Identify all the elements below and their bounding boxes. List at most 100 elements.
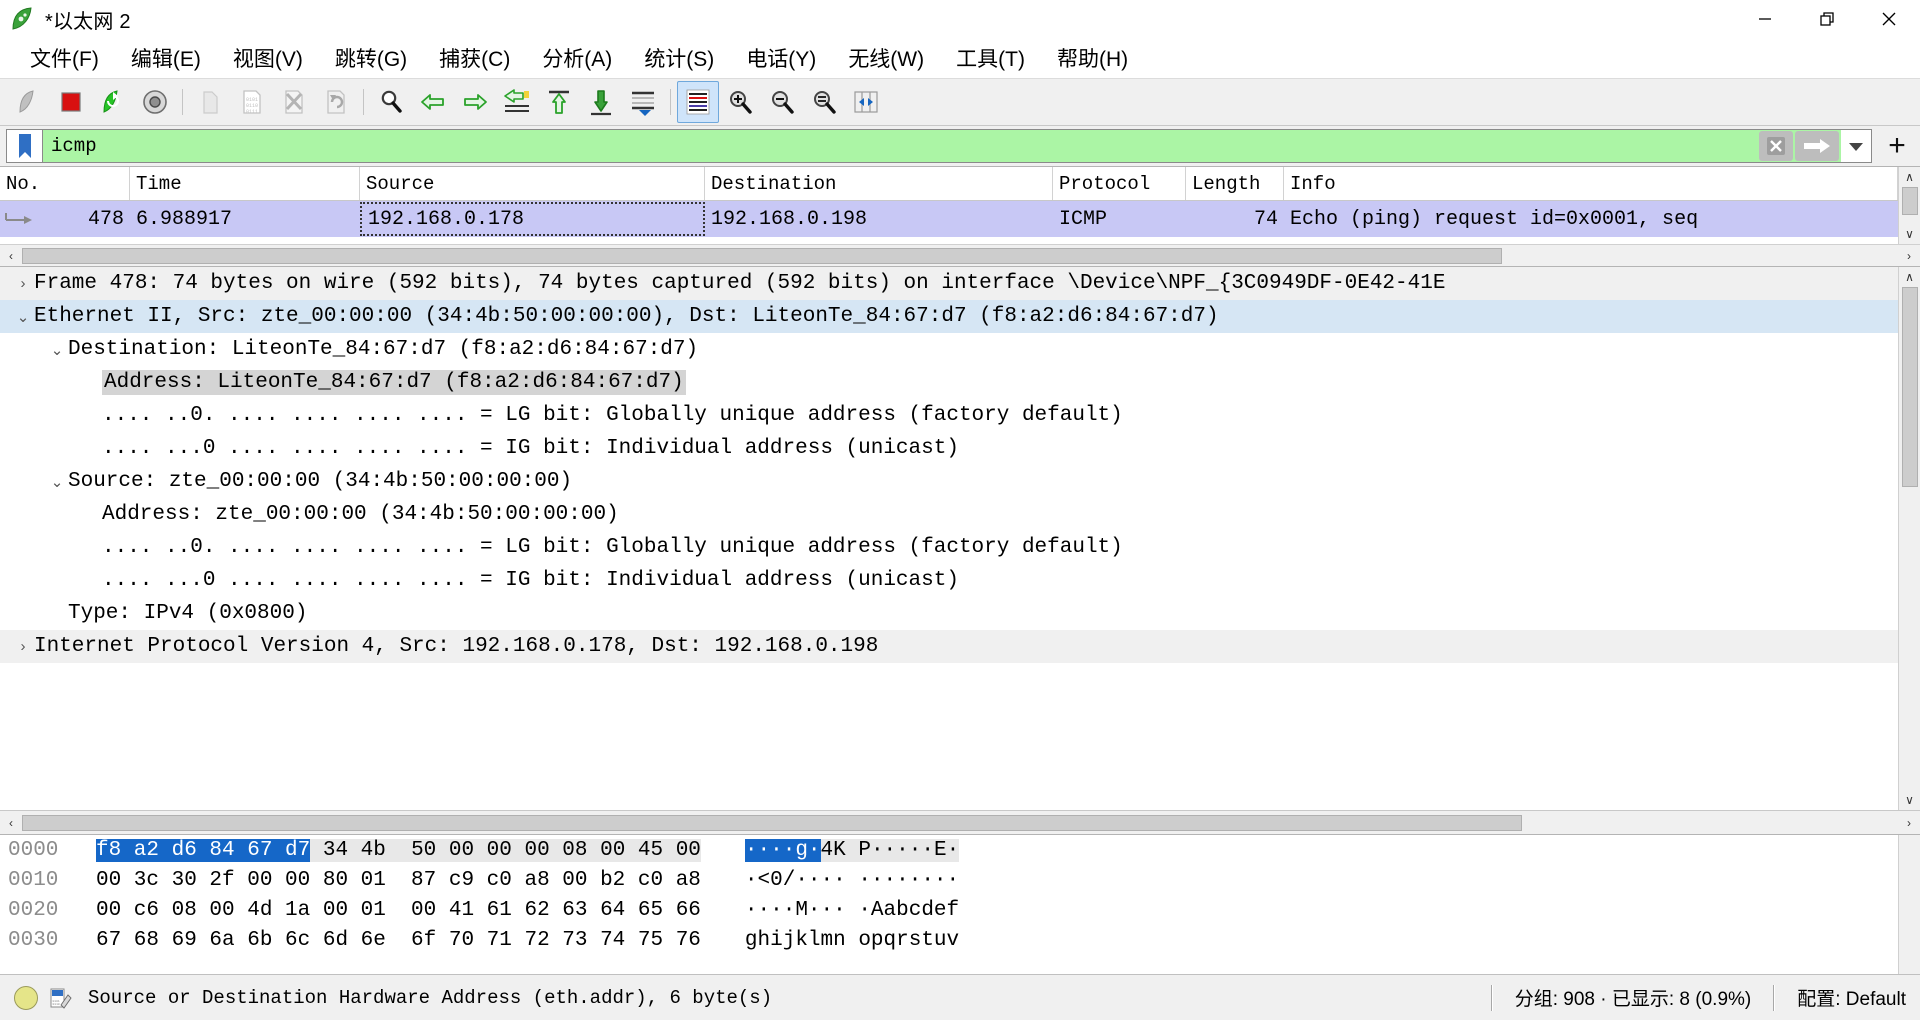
chevron-right-icon[interactable]: › [12,275,34,292]
menu-statistics[interactable]: 统计(S) [628,41,730,75]
hex-row[interactable]: 0010 00 3c 30 2f 00 00 80 01 87 c9 c0 a8 … [8,865,1898,895]
menu-tools[interactable]: 工具(T) [940,41,1041,75]
detail-row[interactable]: .... ...0 .... .... .... .... = IG bit: … [0,432,1898,465]
column-header-time[interactable]: Time [130,167,360,200]
display-filter-input-wrap[interactable] [42,129,1872,163]
scroll-down-icon[interactable]: ∨ [1899,224,1920,244]
detail-row[interactable]: ⌄ Ethernet II, Src: zte_00:00:00 (34:4b:5… [0,300,1898,333]
detail-row[interactable]: Type: IPv4 (0x0800) [0,597,1898,630]
column-header-destination[interactable]: Destination [705,167,1053,200]
reload-file-button[interactable] [315,81,357,123]
scrollbar-thumb[interactable] [1901,187,1918,215]
hscroll-thumb[interactable] [22,247,1502,264]
detail-row[interactable]: ⌄ Source: zte_00:00:00 (34:4b:50:00:00:00… [0,465,1898,498]
menu-help[interactable]: 帮助(H) [1041,41,1144,75]
apply-filter-button[interactable] [1795,131,1839,161]
scroll-left-icon[interactable]: ‹ [0,249,22,263]
chevron-down-icon[interactable]: ⌄ [46,473,68,491]
restart-capture-button[interactable] [92,81,134,123]
chevron-right-icon[interactable]: › [12,638,34,655]
menu-capture[interactable]: 捕获(C) [423,41,526,75]
filter-history-dropdown[interactable] [1841,130,1871,162]
menu-view[interactable]: 视图(V) [217,41,319,75]
resize-columns-button[interactable] [845,81,887,123]
window-controls [1734,0,1920,38]
zoom-in-button[interactable] [719,81,761,123]
packet-list-vertical-scrollbar[interactable]: ∧ ∨ [1898,167,1920,244]
menu-telephony[interactable]: 电话(Y) [730,41,832,75]
close-button[interactable] [1858,0,1920,38]
add-filter-button[interactable]: + [1880,129,1914,163]
go-last-packet-button[interactable] [580,81,622,123]
zoom-reset-button[interactable] [803,81,845,123]
stop-capture-button[interactable] [50,81,92,123]
go-to-packet-button[interactable] [496,81,538,123]
hex-row[interactable]: 0020 00 c6 08 00 4d 1a 00 01 00 41 61 62 … [8,895,1898,925]
detail-row[interactable]: .... ..0. .... .... .... .... = LG bit: … [0,531,1898,564]
find-packet-button[interactable] [370,81,412,123]
go-back-icon [421,94,444,110]
zoom-out-button[interactable] [761,81,803,123]
detail-row[interactable]: Address: LiteonTe_84:67:d7 (f8:a2:d6:84:… [0,366,1898,399]
detail-row[interactable]: .... ...0 .... .... .... .... = IG bit: … [0,564,1898,597]
menu-edit[interactable]: 编辑(E) [115,41,217,75]
detail-scroll-up-icon[interactable]: ∧ [1899,267,1920,287]
capture-file-properties-icon[interactable]: 0101 0110 [48,986,72,1010]
minimize-button[interactable] [1734,0,1796,38]
detail-scroll-right-icon[interactable]: › [1898,816,1920,830]
menu-wireless[interactable]: 无线(W) [832,41,940,75]
column-header-source[interactable]: Source [360,167,705,200]
auto-scroll-button[interactable] [622,81,664,123]
column-header-info[interactable]: Info [1284,167,1898,200]
start-capture-button[interactable] [8,81,50,123]
chevron-down-icon[interactable]: ⌄ [12,308,34,326]
detail-scrollbar-thumb[interactable] [1901,287,1918,487]
colorize-packets-button[interactable] [677,81,719,123]
hex-bytes-selected: f8 a2 d6 84 67 d7 [96,838,311,862]
scroll-up-icon[interactable]: ∧ [1899,167,1920,187]
menu-analyze[interactable]: 分析(A) [526,41,628,75]
go-first-packet-button[interactable] [538,81,580,123]
packet-details-vertical-scrollbar[interactable]: ∧ ∨ [1898,267,1920,810]
column-header-protocol[interactable]: Protocol [1053,167,1186,200]
packet-row-info: Echo (ping) request id=0x0001, seq [1284,208,1898,231]
packet-details-horizontal-scrollbar[interactable]: ‹ › [0,810,1920,834]
go-forward-button[interactable] [454,81,496,123]
column-header-no[interactable]: No. [0,167,130,200]
detail-scroll-left-icon[interactable]: ‹ [0,816,22,830]
detail-hscroll-track[interactable] [22,812,1898,834]
hex-bytes: 00 3c 30 2f 00 00 80 01 87 c9 c0 a8 00 b… [96,869,701,892]
save-file-button[interactable]: 0101 0110 0111 [231,81,273,123]
hex-row[interactable]: 0030 67 68 69 6a 6b 6c 6d 6e 6f 70 71 72 … [8,925,1898,955]
detail-row[interactable]: ⌄ Destination: LiteonTe_84:67:d7 (f8:a2:d… [0,333,1898,366]
open-file-button[interactable] [189,81,231,123]
expert-info-icon[interactable] [14,985,38,1010]
menu-go[interactable]: 跳转(G) [319,41,423,75]
save-file-icon: 0101 0110 0111 [243,90,261,115]
close-file-button[interactable] [273,81,315,123]
display-filter-input[interactable] [43,130,1759,162]
column-header-length[interactable]: Length [1186,167,1284,200]
hex-row[interactable]: 0000 f8 a2 d6 84 67 d7 34 4b 50 00 00 00 … [8,835,1898,865]
detail-scroll-down-icon[interactable]: ∨ [1899,790,1920,810]
capture-options-button[interactable] [134,81,176,123]
detail-row[interactable]: .... ..0. .... .... .... .... = LG bit: … [0,399,1898,432]
maximize-button[interactable] [1796,0,1858,38]
packet-list-horizontal-scrollbar[interactable]: ‹ › [0,244,1920,266]
clear-filter-button[interactable] [1759,131,1793,161]
detail-row[interactable]: Address: zte_00:00:00 (34:4b:50:00:00:00… [0,498,1898,531]
detail-hscroll-thumb[interactable] [22,814,1522,831]
table-row[interactable]: 478 6.988917 192.168.0.178 192.168.0.198… [0,201,1898,237]
packet-bytes-vertical-scrollbar[interactable] [1898,835,1920,974]
scroll-right-icon[interactable]: › [1898,249,1920,263]
filter-bookmark-button[interactable] [6,129,42,163]
title-bar: *以太网 2 [0,0,1920,38]
hscroll-track[interactable] [22,245,1898,267]
menu-file[interactable]: 文件(F) [14,41,115,75]
packet-details-tree[interactable]: › Frame 478: 74 bytes on wire (592 bits),… [0,267,1898,810]
chevron-down-icon[interactable]: ⌄ [46,341,68,359]
detail-row[interactable]: › Internet Protocol Version 4, Src: 192.1… [0,630,1898,663]
hex-dump[interactable]: 0000 f8 a2 d6 84 67 d7 34 4b 50 00 00 00 … [0,835,1898,974]
detail-row[interactable]: › Frame 478: 74 bytes on wire (592 bits),… [0,267,1898,300]
go-back-button[interactable] [412,81,454,123]
